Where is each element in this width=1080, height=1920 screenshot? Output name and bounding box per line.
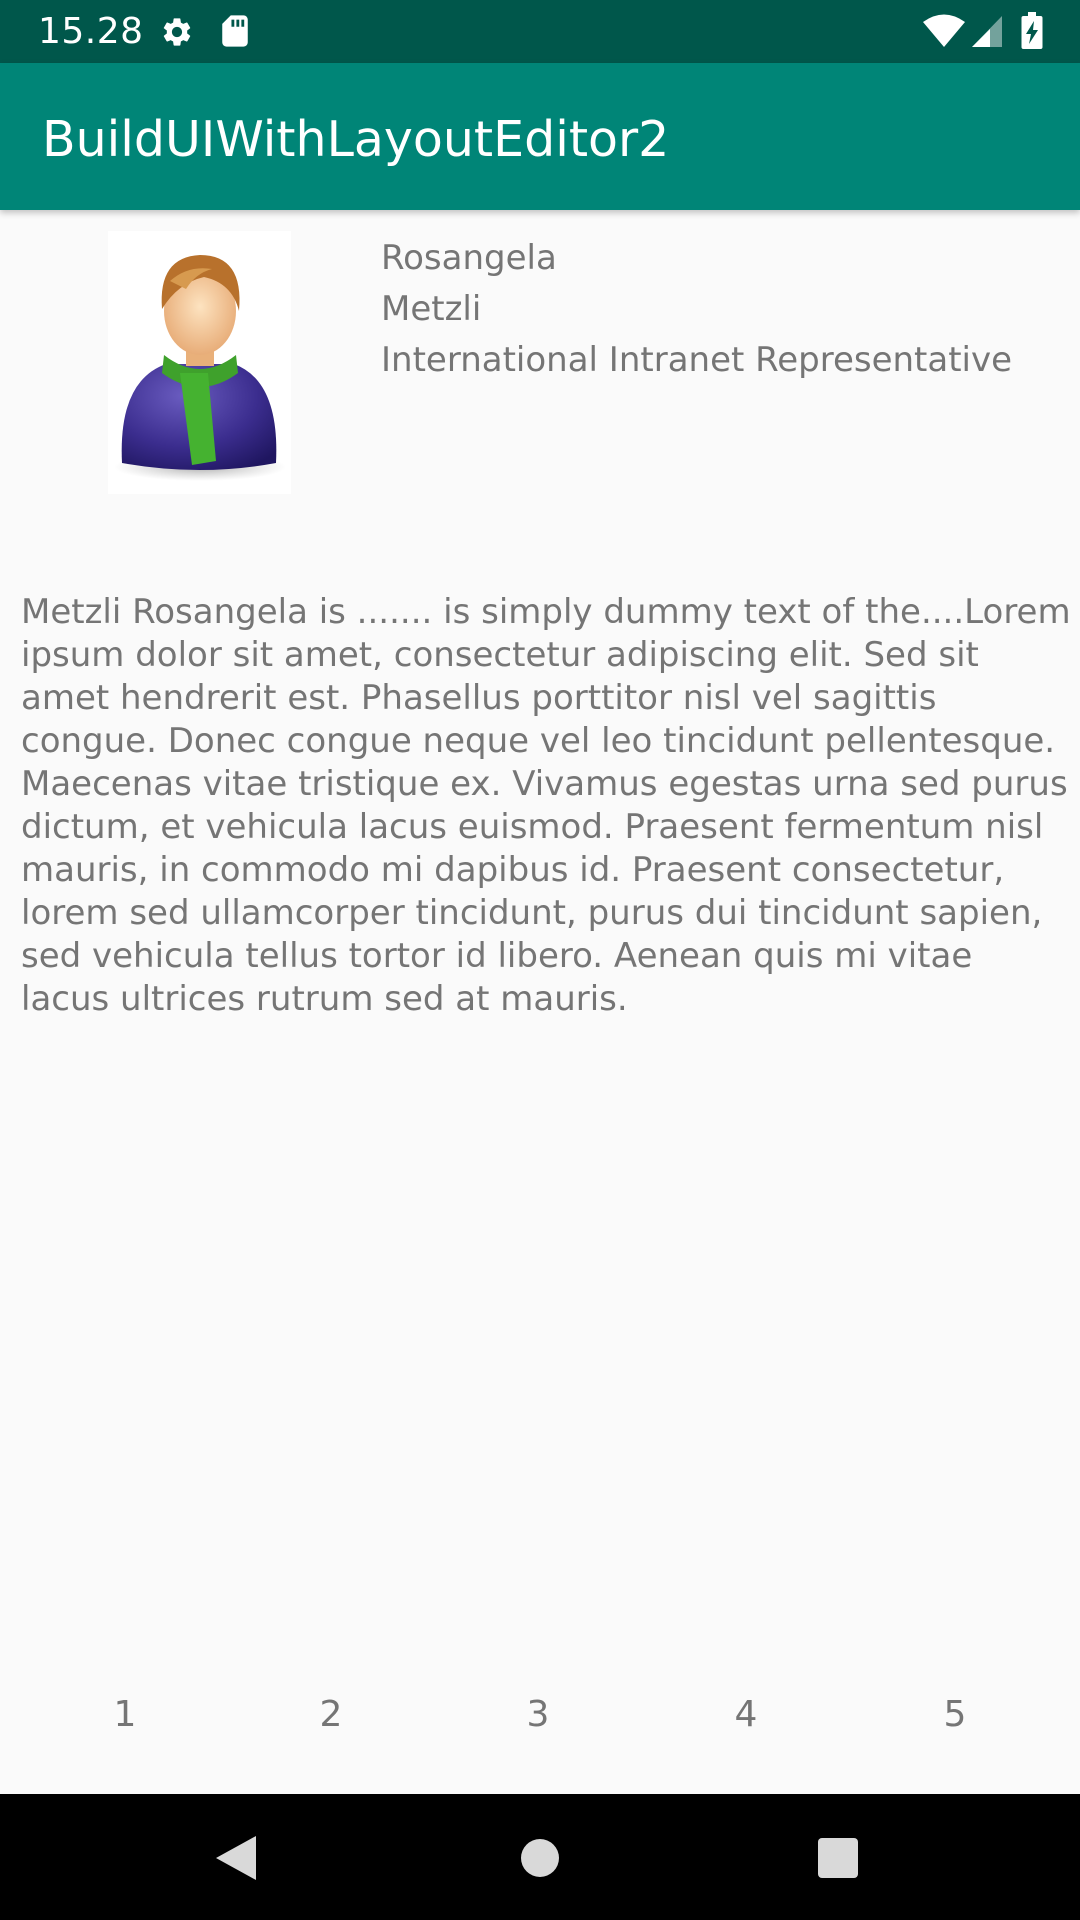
app-bar: BuildUIWithLayoutEditor2 xyxy=(0,63,1080,210)
pager-item-5[interactable]: 5 xyxy=(925,1690,985,1740)
gear-icon xyxy=(163,18,191,46)
sd-card-icon xyxy=(222,15,248,47)
pager-item-1[interactable]: 1 xyxy=(95,1690,155,1740)
pager-item-2[interactable]: 2 xyxy=(301,1690,361,1740)
navigation-bar xyxy=(0,1794,1080,1920)
back-icon[interactable] xyxy=(214,1834,258,1882)
battery-charging-icon xyxy=(1021,12,1043,49)
recents-icon[interactable] xyxy=(816,1836,860,1880)
cell-signal-icon xyxy=(972,16,1002,47)
last-name: Metzli xyxy=(381,289,482,329)
profile-avatar xyxy=(108,231,291,494)
home-icon[interactable] xyxy=(518,1836,562,1880)
pager-item-3[interactable]: 3 xyxy=(508,1690,568,1740)
status-time: 15.28 xyxy=(38,11,144,52)
status-bar: 15.28 xyxy=(0,0,1080,63)
description-text: Metzli Rosangela is ....... is simply du… xyxy=(21,592,1071,1019)
first-name: Rosangela xyxy=(381,238,557,278)
user-avatar-icon xyxy=(114,255,286,481)
job-title: International Intranet Representative xyxy=(381,340,1013,380)
wifi-icon xyxy=(923,14,965,47)
pager-item-4[interactable]: 4 xyxy=(716,1690,776,1740)
app-title: BuildUIWithLayoutEditor2 xyxy=(42,111,670,168)
